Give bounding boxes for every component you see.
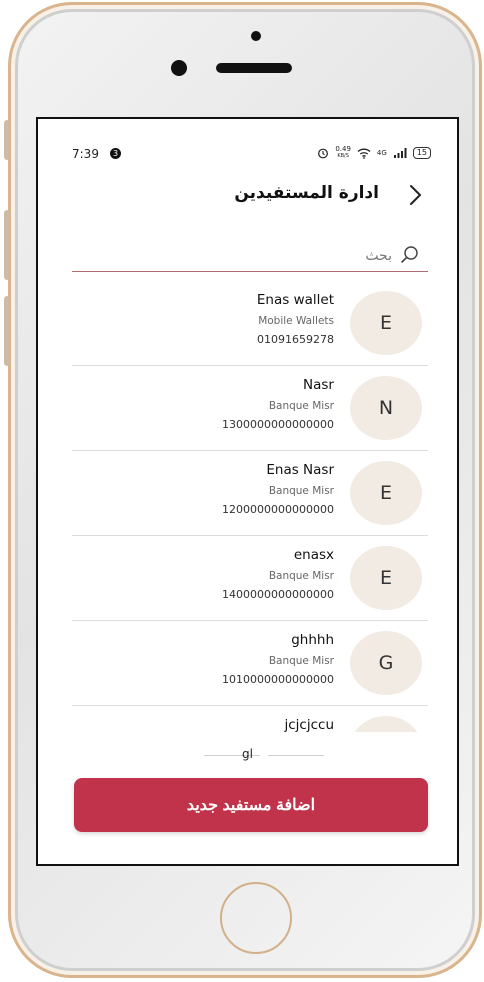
beneficiary-bank: Banque Misr — [268, 485, 334, 497]
beneficiary-bank: Banque Misr — [268, 400, 334, 412]
volume-up-button — [4, 210, 10, 280]
beneficiary-info: Enas Nasr Banque Misr 1200000000000000 — [222, 461, 334, 517]
search-icon[interactable] — [400, 245, 420, 265]
page-title: ادارة المستفيدين — [234, 183, 379, 203]
volume-down-button — [4, 296, 10, 366]
signal-label: 4G — [376, 149, 387, 157]
list-item[interactable]: ghhhh Banque Misr 1010000000000000 G — [72, 621, 428, 706]
list-item[interactable]: enasx Banque Misr 1400000000000000 E — [72, 536, 428, 621]
beneficiary-bank: Mobile Wallets — [258, 315, 334, 327]
front-sensor — [251, 31, 261, 41]
search-input[interactable] — [90, 243, 394, 269]
beneficiary-account: 1010000000000000 — [222, 673, 334, 686]
beneficiary-name: enasx — [293, 547, 334, 563]
avatar: N — [350, 376, 422, 440]
earpiece-speaker — [216, 63, 292, 73]
avatar: E — [350, 461, 422, 525]
beneficiary-info: ghhhh Banque Misr 1010000000000000 — [222, 631, 334, 687]
beneficiary-account: 1200000000000000 — [222, 503, 334, 516]
status-time: 7:39 — [72, 147, 99, 161]
beneficiary-info: Enas wallet Mobile Wallets 01091659278 — [257, 291, 334, 347]
beneficiary-list[interactable]: Enas wallet Mobile Wallets 01091659278 E… — [72, 281, 428, 732]
status-icons: 0.49 KB/S 4G 15 — [317, 146, 431, 160]
beneficiary-name: Enas wallet — [256, 292, 334, 308]
avatar: E — [350, 291, 422, 355]
beneficiary-bank: Banque Misr — [268, 570, 334, 582]
beneficiary-info: Nasr Banque Misr 1300000000000000 — [222, 376, 334, 432]
beneficiary-name: Enas Nasr — [266, 462, 334, 478]
mute-switch — [4, 120, 10, 160]
beneficiary-account: 01091659278 — [257, 333, 334, 346]
avatar: E — [350, 546, 422, 610]
section-divider: gl — [38, 747, 457, 763]
beneficiary-name: jcjcjccu — [284, 717, 335, 732]
list-item[interactable]: jcjcjccu — [72, 706, 428, 732]
beneficiary-account: 1300000000000000 — [222, 418, 334, 431]
beneficiary-info: enasx Banque Misr 1400000000000000 — [222, 546, 334, 602]
search-bar — [72, 241, 428, 272]
add-beneficiary-button[interactable]: اضافة مستفيد جديد — [74, 778, 428, 832]
list-item[interactable]: Enas wallet Mobile Wallets 01091659278 E — [72, 281, 428, 366]
beneficiary-name: Nasr — [303, 377, 334, 393]
beneficiary-name: ghhhh — [291, 632, 334, 648]
alarm-icon — [318, 148, 329, 159]
beneficiary-info: jcjcjccu — [285, 716, 335, 732]
list-item[interactable]: Enas Nasr Banque Misr 1200000000000000 E — [72, 451, 428, 536]
avatar: G — [350, 631, 422, 695]
divider-label: gl — [242, 747, 253, 761]
avatar — [350, 716, 422, 732]
beneficiary-bank: Banque Misr — [268, 655, 334, 667]
app-screen: 7:39 3 0.49 KB/S 4G 15 ادارة المستفيدين … — [36, 117, 459, 866]
chevron-right-icon[interactable] — [403, 183, 427, 207]
header-bar: ادارة المستفيدين — [38, 175, 457, 215]
wifi-icon — [357, 148, 371, 159]
signal-icon — [393, 148, 407, 158]
home-button[interactable] — [220, 882, 292, 954]
beneficiary-account: 1400000000000000 — [222, 588, 334, 601]
front-camera — [171, 60, 187, 76]
notification-badge: 3 — [110, 148, 121, 159]
battery-icon: 15 — [412, 147, 431, 159]
status-bar: 7:39 3 0.49 KB/S 4G 15 — [38, 145, 457, 165]
net-speed: 0.49 KB/S — [335, 145, 351, 160]
list-item[interactable]: Nasr Banque Misr 1300000000000000 N — [72, 366, 428, 451]
